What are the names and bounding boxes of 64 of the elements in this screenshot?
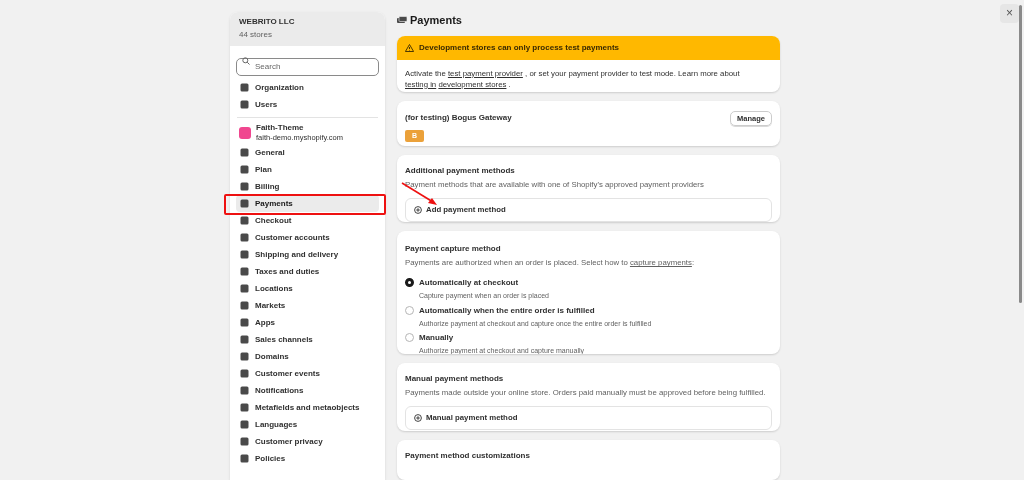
square-icon bbox=[240, 454, 249, 463]
square-icon bbox=[240, 233, 249, 242]
square-icon bbox=[240, 335, 249, 344]
square-icon bbox=[240, 100, 249, 109]
close-button[interactable]: × bbox=[1000, 4, 1019, 23]
sidebar-item[interactable]: Notifications bbox=[236, 382, 379, 399]
section-title: Payment method customizations bbox=[405, 449, 531, 462]
square-icon bbox=[240, 182, 249, 191]
store-avatar bbox=[239, 127, 251, 139]
option-label: Manually bbox=[419, 332, 455, 344]
sidebar-item[interactable]: Apps bbox=[236, 314, 379, 331]
sidebar-item[interactable]: General bbox=[236, 144, 379, 161]
plus-circle-icon bbox=[414, 205, 422, 214]
cash-icon bbox=[397, 16, 407, 25]
store-count: 44 stores bbox=[239, 29, 273, 41]
section-title: Manual payment methods bbox=[405, 373, 505, 386]
sidebar-item[interactable]: Checkout bbox=[236, 212, 379, 229]
sidebar-item[interactable]: Customer privacy bbox=[236, 433, 379, 450]
gateway-name: (for testing) Bogus Gateway bbox=[405, 112, 512, 125]
square-icon bbox=[240, 250, 249, 259]
sidebar-item[interactable]: Policies bbox=[236, 450, 379, 467]
sidebar-item[interactable]: Markets bbox=[236, 297, 379, 314]
organization-name: WEBRITO LLC bbox=[239, 16, 296, 28]
square-icon bbox=[240, 437, 249, 446]
section-title: Additional payment methods bbox=[405, 165, 516, 177]
search-icon bbox=[242, 57, 250, 65]
warning-icon bbox=[405, 43, 414, 52]
sidebar-item[interactable]: Domains bbox=[236, 348, 379, 365]
square-icon bbox=[240, 267, 249, 276]
square-icon bbox=[240, 386, 249, 395]
search-field[interactable]: Search bbox=[236, 57, 379, 76]
sidebar-item[interactable]: Metafields and metaobjects bbox=[236, 399, 379, 416]
arrow-annotation bbox=[400, 181, 440, 207]
section-title: Payment capture method bbox=[405, 243, 502, 256]
square-icon bbox=[240, 318, 249, 327]
sidebar-item[interactable]: Billing bbox=[236, 178, 379, 195]
square-icon bbox=[240, 369, 249, 378]
sidebar-item[interactable]: Languages bbox=[236, 416, 379, 433]
square-icon bbox=[240, 83, 249, 92]
sidebar-item[interactable]: Shipping and delivery bbox=[236, 246, 379, 263]
sidebar-item[interactable]: Customer accounts bbox=[236, 229, 379, 246]
option-label: Automatically at checkout bbox=[419, 277, 520, 289]
warning-title: Development stores can only process test payments bbox=[419, 41, 620, 54]
square-icon bbox=[240, 403, 249, 412]
sidebar-item[interactable]: Sales channels bbox=[236, 331, 379, 348]
square-icon bbox=[240, 148, 249, 157]
sidebar-item[interactable]: Locations bbox=[236, 280, 379, 297]
plus-circle-icon bbox=[414, 414, 422, 423]
square-icon bbox=[240, 165, 249, 174]
sidebar-item[interactable]: Users bbox=[236, 96, 379, 113]
square-icon bbox=[240, 284, 249, 293]
square-icon bbox=[240, 301, 249, 310]
page-title: Payments bbox=[397, 12, 780, 29]
square-icon bbox=[240, 352, 249, 361]
sidebar-item[interactable]: Plan bbox=[236, 161, 379, 178]
radio-button[interactable] bbox=[405, 278, 414, 287]
square-icon bbox=[240, 199, 249, 208]
sidebar-item[interactable]: Customer events bbox=[236, 365, 379, 382]
option-label: Automatically when the entire order is fulfilled bbox=[419, 304, 596, 317]
store-name: Faith-Theme bbox=[256, 123, 305, 133]
sidebar-item[interactable]: Organization bbox=[236, 79, 379, 96]
square-icon bbox=[240, 216, 249, 225]
square-icon bbox=[240, 420, 249, 429]
sidebar-item[interactable]: Taxes and duties bbox=[236, 263, 379, 280]
